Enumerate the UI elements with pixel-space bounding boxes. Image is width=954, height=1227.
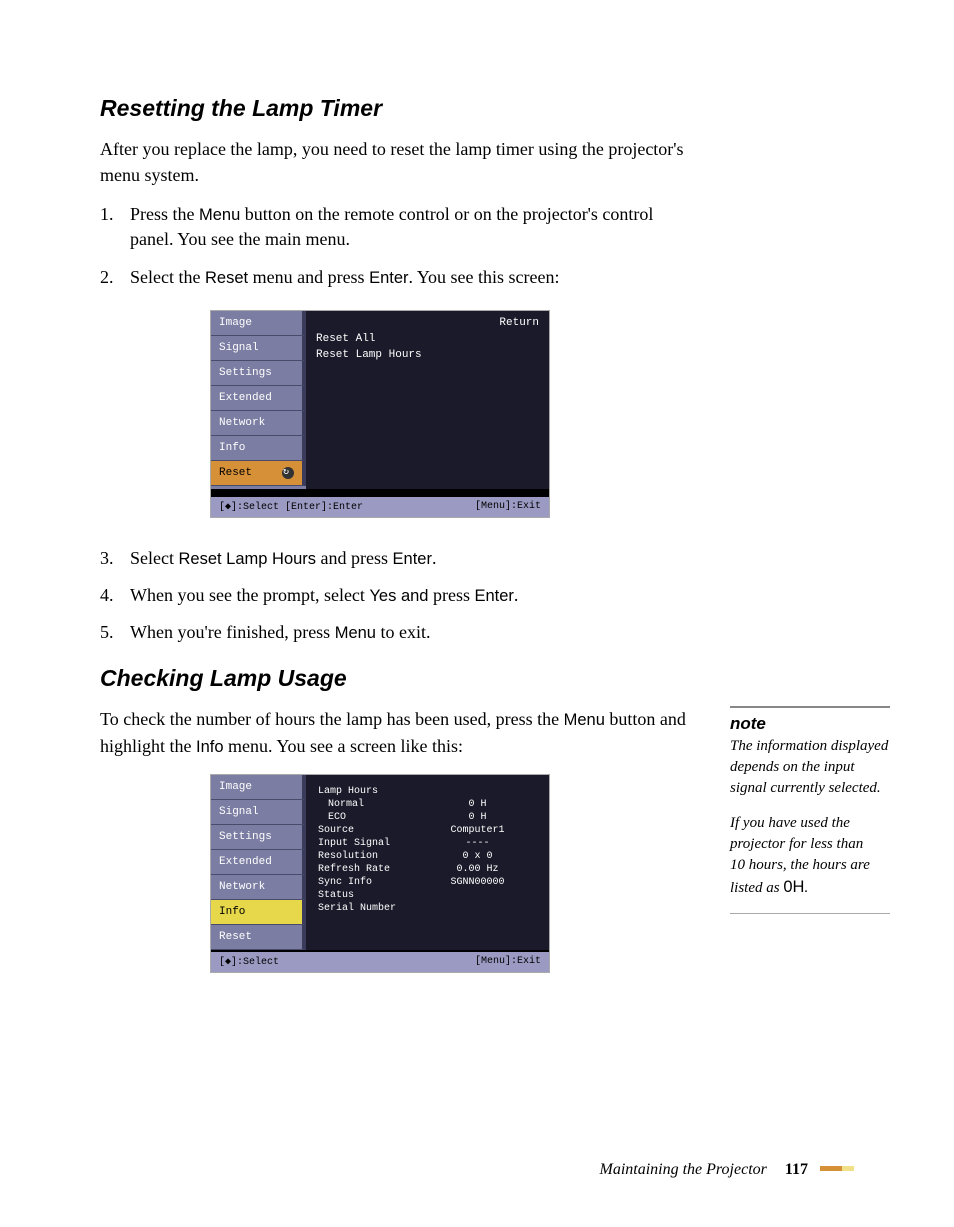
step-1: 1. Press the Menu button on the remote c…	[100, 202, 690, 252]
footer-title: Maintaining the Projector	[599, 1161, 766, 1178]
info-row-status: Status	[318, 889, 537, 902]
heading-resetting: Resetting the Lamp Timer	[100, 95, 854, 122]
note-body-2: If you have used the projector for less …	[730, 813, 890, 899]
menu-content: Return Reset All Reset Lamp Hours	[306, 311, 549, 489]
menu-item-extended: Extended	[211, 850, 306, 875]
steps-list: 1. Press the Menu button on the remote c…	[100, 202, 854, 290]
page-footer: Maintaining the Projector 117	[599, 1161, 854, 1179]
footer-accent-bar	[820, 1166, 842, 1171]
menu-item-reset: Reset	[211, 461, 306, 486]
info-menu-screenshot: Image Signal Settings Extended Network I…	[210, 774, 550, 973]
info-row-serial: Serial Number	[318, 902, 537, 915]
checking-intro: To check the number of hours the lamp ha…	[100, 706, 690, 760]
info-menu-footer: [◆]:Select [Menu]:Exit	[211, 950, 549, 972]
step-3: 3. Select Reset Lamp Hours and press Ent…	[100, 546, 690, 571]
reset-menu-screenshot: Image Signal Settings Extended Network I…	[210, 310, 550, 518]
menu-sidebar: Image Signal Settings Extended Network I…	[211, 311, 306, 489]
step-5: 5. When you're finished, press Menu to e…	[100, 620, 690, 645]
steps-list-cont: 3. Select Reset Lamp Hours and press Ent…	[100, 546, 854, 646]
intro-paragraph: After you replace the lamp, you need to …	[100, 136, 690, 188]
heading-checking: Checking Lamp Usage	[100, 665, 854, 692]
footer-accent-bar-2	[842, 1166, 854, 1171]
info-row-source: SourceComputer1	[318, 824, 537, 837]
menu-item-info: Info	[211, 436, 306, 461]
info-row-eco: ECO0 H	[318, 811, 537, 824]
menu-item-network: Network	[211, 875, 306, 900]
menu-item-info: Info	[211, 900, 306, 925]
info-row-resolution: Resolution0 x 0	[318, 850, 537, 863]
opt-reset-all: Reset All	[316, 331, 539, 347]
info-row-lamp-hours: Lamp Hours	[318, 785, 537, 798]
info-row-refresh-rate: Refresh Rate0.00 Hz	[318, 863, 537, 876]
refresh-icon	[282, 467, 294, 479]
step-4: 4. When you see the prompt, select Yes a…	[100, 583, 690, 608]
note-body-1: The information displayed depends on the…	[730, 736, 890, 799]
menu-item-image: Image	[211, 775, 306, 800]
step-2: 2. Select the Reset menu and press Enter…	[100, 265, 690, 290]
note-heading: note	[730, 714, 890, 734]
info-row-input-signal: Input Signal----	[318, 837, 537, 850]
menu-item-signal: Signal	[211, 800, 306, 825]
menu-item-image: Image	[211, 311, 306, 336]
info-menu-sidebar: Image Signal Settings Extended Network I…	[211, 775, 306, 950]
menu-item-network: Network	[211, 411, 306, 436]
menu-item-extended: Extended	[211, 386, 306, 411]
info-row-sync-info: Sync InfoSGNN00000	[318, 876, 537, 889]
menu-item-signal: Signal	[211, 336, 306, 361]
info-content: Lamp Hours Normal0 H ECO0 H SourceComput…	[306, 775, 549, 950]
menu-item-reset: Reset	[211, 925, 306, 950]
opt-reset-lamp: Reset Lamp Hours	[316, 347, 539, 363]
page-number: 117	[785, 1161, 808, 1178]
menu-footer: [◆]:Select [Enter]:Enter [Menu]:Exit	[211, 495, 549, 517]
note-sidebar: note The information displayed depends o…	[730, 706, 890, 914]
menu-item-settings: Settings	[211, 361, 306, 386]
return-label: Return	[499, 317, 539, 329]
menu-item-settings: Settings	[211, 825, 306, 850]
info-row-normal: Normal0 H	[318, 798, 537, 811]
